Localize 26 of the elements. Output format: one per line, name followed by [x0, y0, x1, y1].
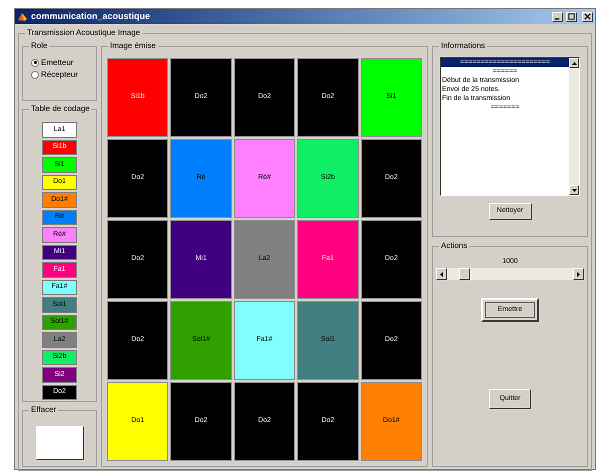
window-title: communication_acoustique [31, 10, 150, 23]
panel-title: Transmission Acoustique Image [25, 27, 142, 39]
slider-right-button[interactable] [573, 268, 584, 280]
group-title: Table de codage [29, 103, 92, 115]
slider[interactable] [436, 268, 584, 280]
left-arrow-icon [440, 272, 443, 276]
close-button[interactable] [582, 12, 593, 22]
maximize-icon [567, 12, 576, 21]
up-arrow-icon [572, 62, 576, 64]
scroll-down-button[interactable] [569, 185, 579, 195]
scroll-up-button[interactable] [569, 58, 579, 68]
radio-button[interactable] [31, 70, 39, 78]
radio-label: Récepteur [41, 69, 78, 80]
radio-label: Emetteur [41, 57, 74, 68]
down-arrow-icon [572, 188, 576, 192]
slider-thumb[interactable] [458, 268, 470, 280]
group-title: Image émise [108, 40, 158, 52]
erase-button[interactable] [36, 426, 84, 460]
scrollbar[interactable] [569, 58, 579, 195]
maximize-button[interactable] [566, 12, 577, 22]
minimize-button[interactable] [552, 12, 563, 22]
slider-left-button[interactable] [436, 268, 447, 280]
radio-button[interactable] [31, 58, 39, 66]
right-arrow-icon [577, 272, 580, 276]
app-icon [17, 11, 28, 22]
close-icon [583, 12, 592, 21]
